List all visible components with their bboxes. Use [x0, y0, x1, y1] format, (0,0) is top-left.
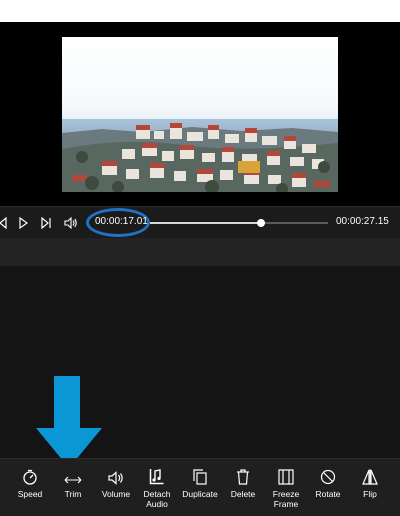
video-thumbnail-image [62, 37, 338, 192]
total-time: 00:00:27.15 [336, 216, 389, 227]
detach-audio-icon [149, 469, 164, 485]
skip-forward-icon [41, 217, 51, 229]
current-time: 00:00:17.01 [95, 216, 148, 227]
freeze-frame-icon [278, 469, 294, 485]
video-preview [0, 22, 400, 206]
trim-label: Trim [64, 489, 82, 499]
flip-icon [362, 469, 378, 485]
duplicate-button[interactable]: Duplicate [180, 459, 220, 516]
duplicate-label: Duplicate [182, 489, 218, 499]
trim-arrows-icon [64, 476, 82, 484]
freeze-frame-label: Freeze Frame [272, 489, 300, 509]
rotate-label: Rotate [315, 489, 341, 499]
seek-slider-thumb[interactable] [257, 219, 266, 227]
detach-audio-button[interactable]: Detach Audio [139, 459, 175, 516]
detach-audio-label: Detach Audio [143, 489, 171, 509]
seek-slider-fill [150, 222, 262, 224]
play-button[interactable] [16, 214, 30, 232]
down-arrow-annotation-icon [36, 376, 102, 468]
seek-slider[interactable] [150, 219, 328, 227]
flip-button[interactable]: Flip [354, 459, 386, 516]
video-frame [62, 37, 338, 192]
rotate-button[interactable]: Rotate [310, 459, 346, 516]
duplicate-icon [193, 469, 207, 485]
skip-back-icon[interactable] [0, 214, 10, 232]
flip-label: Flip [363, 489, 377, 499]
volume-icon [64, 217, 77, 229]
play-icon [19, 217, 28, 229]
rotate-icon [320, 469, 336, 485]
timeline-header [0, 238, 400, 266]
playback-controls: 00:00:17.01 00:00:27.15 [0, 206, 400, 238]
delete-button[interactable]: Delete [227, 459, 259, 516]
video-editor: 00:00:17.01 00:00:27.15 Speed Trim Volum… [0, 0, 400, 516]
skip-forward-button[interactable] [38, 214, 54, 232]
trim-button[interactable]: Trim [55, 459, 91, 516]
speed-label: Speed [17, 489, 43, 499]
volume-icon [108, 471, 123, 485]
speed-button[interactable]: Speed [12, 459, 48, 516]
volume-tool-button[interactable]: Volume [97, 459, 135, 516]
volume-button[interactable] [62, 214, 80, 232]
speedometer-icon [23, 469, 37, 485]
volume-label: Volume [101, 489, 131, 499]
freeze-frame-button[interactable]: Freeze Frame [268, 459, 304, 516]
clip-toolbar: Speed Trim Volume Detach Audio Duplicate… [0, 458, 400, 516]
trash-icon [237, 469, 249, 485]
delete-label: Delete [230, 489, 256, 499]
title-strip [0, 0, 400, 22]
